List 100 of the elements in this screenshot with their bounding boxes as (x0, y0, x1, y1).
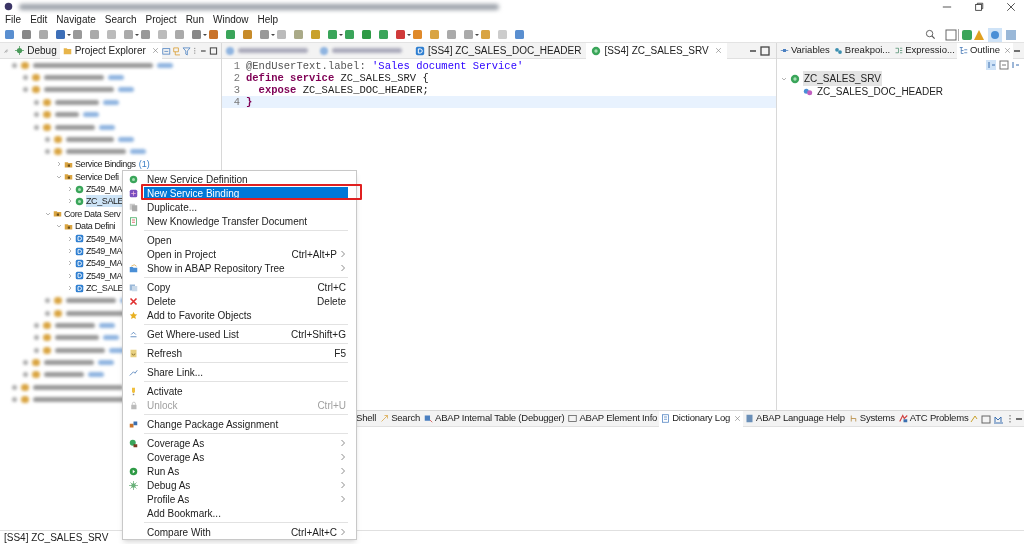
service-icon (591, 45, 602, 56)
delete-icon (129, 296, 138, 306)
menu-item[interactable]: Share Link... (144, 366, 348, 378)
tree-item[interactable]: Z549_MA (86, 257, 123, 270)
panel-tab[interactable]: ABAP Internal Table (Debugger) (422, 410, 567, 427)
data-definition-icon (75, 246, 84, 256)
menu-item[interactable]: Add Bookmark... (144, 507, 348, 519)
code-line: } (246, 96, 253, 108)
menu-item[interactable]: Open (144, 234, 348, 246)
panel-tab[interactable]: Breakpoi... (831, 42, 893, 59)
menu-item[interactable]: Run (185, 13, 204, 27)
tree-item[interactable]: Core Data Serv (64, 207, 121, 220)
view-toolbar-drawing (161, 44, 218, 57)
document-icon (661, 414, 671, 423)
gear-icon (15, 46, 25, 55)
panel-tab[interactable]: ABAP Language Help (743, 410, 847, 427)
panel-tab[interactable]: ATC Problems (896, 410, 971, 427)
editor-tab[interactable]: [SS4] ZC_SALES_SRV (586, 42, 727, 59)
menu-item[interactable]: New Knowledge Transfer Document (144, 215, 348, 227)
menu-item[interactable]: Debug As (144, 479, 348, 491)
menu-item[interactable]: Profile As (144, 493, 348, 505)
view-menu-icon (3, 46, 10, 55)
tree-item[interactable]: Z549_MA (86, 232, 123, 245)
gear-icon (129, 480, 138, 490)
service-icon (129, 174, 138, 184)
link-icon (129, 367, 138, 377)
tree-item[interactable]: Data Defini (75, 220, 116, 233)
panel-tab[interactable]: Variables (777, 42, 832, 59)
binding-icon (129, 188, 138, 198)
chart-icon (898, 414, 908, 423)
redacted-row (34, 111, 99, 119)
status-text: [SS4] ZC_SALES_SRV (4, 530, 109, 544)
folder-icon (62, 46, 72, 55)
menu-item[interactable]: Navigate (56, 13, 96, 27)
copy-icon (129, 282, 138, 292)
tree-item[interactable]: ZC_SALE (86, 195, 124, 208)
view-toolbar-drawing (970, 412, 1024, 425)
menu-item[interactable]: Coverage As (144, 437, 348, 449)
editor-tab[interactable]: [SS4] ZC_SALES_DOC_HEADER (410, 42, 587, 59)
package-icon (64, 221, 73, 231)
panel-tab[interactable]: Systems (846, 410, 897, 427)
tree-item[interactable]: Z549_MA (86, 183, 123, 196)
data-definition-icon (75, 271, 84, 281)
line-number: 1 (232, 60, 240, 72)
run-icon (129, 466, 138, 476)
entity-icon (802, 86, 813, 97)
package-icon (53, 209, 62, 219)
menu-item[interactable]: Show in ABAP Repository Tree (144, 262, 348, 274)
tree-item[interactable]: Service Bindings (75, 158, 136, 171)
document-icon (129, 216, 138, 226)
line-number: 3 (232, 84, 240, 96)
document-icon (129, 348, 138, 358)
code-line: expose ZC_SALES_DOC_HEADER; (257, 84, 429, 96)
outline-item[interactable]: ZC_SALES_SRV (802, 71, 882, 86)
panel-tab[interactable]: Outline (956, 42, 1013, 59)
panel-tab[interactable]: Search (378, 410, 423, 427)
menu-item[interactable]: File (5, 13, 22, 27)
restore-icon (974, 1, 984, 12)
menu-item[interactable]: New Service Definition (144, 173, 348, 185)
panel-tab[interactable]: Project Explorer (59, 42, 162, 59)
app-icon (4, 2, 13, 11)
tree-item[interactable]: Z549_MA (86, 269, 123, 282)
variable-icon (779, 46, 789, 55)
tree-item[interactable]: ZC_SALE (86, 282, 124, 295)
menu-item[interactable]: Get Where-used List Ctrl+Shift+G (144, 328, 348, 340)
book-icon (745, 414, 755, 423)
tree-item[interactable]: Service Defi (75, 170, 119, 183)
bulb-icon (129, 386, 138, 396)
close-icon (1004, 47, 1011, 54)
menu-item[interactable]: Open in Project Ctrl+Alt+P (144, 248, 348, 260)
panel-tab[interactable]: ABAP Element Info (566, 410, 660, 427)
star-icon (129, 310, 138, 320)
code-line: @EndUserText.label: 'Sales document Service' (246, 60, 524, 72)
menu-item[interactable]: Search (104, 13, 137, 27)
menu-item[interactable]: Change Package Assignment (144, 418, 348, 430)
menu-item[interactable]: Refresh F5 (144, 347, 348, 359)
window-controls-drawing (748, 44, 771, 57)
menu-item[interactable]: Window (213, 13, 249, 27)
menu-item[interactable]: Edit (30, 13, 48, 27)
outline-item[interactable]: ZC_SALES_DOC_HEADER (815, 84, 945, 99)
outline-icon (958, 46, 968, 55)
tree-item[interactable]: Z549_MA (86, 245, 123, 258)
menu-item[interactable]: Help (257, 13, 279, 27)
folder-icon (129, 263, 138, 273)
close-icon (151, 47, 159, 54)
menu-item[interactable]: Coverage As (144, 451, 348, 463)
package-icon (129, 419, 138, 429)
panel-tab[interactable]: Debug (12, 42, 60, 59)
panel-tab[interactable]: Shell (354, 410, 379, 427)
menu-item[interactable]: Delete Delete (144, 295, 348, 307)
panel-tab[interactable]: Expressio... (892, 42, 957, 59)
menu-item[interactable]: Activate (144, 385, 348, 397)
menu-item[interactable]: Duplicate... (144, 201, 348, 213)
code-line: define service ZC_SALES_SRV { (246, 72, 429, 84)
menu-item[interactable]: Copy Ctrl+C (144, 281, 348, 293)
menu-item[interactable]: New Service Binding (144, 187, 348, 199)
menu-item[interactable]: Compare With Ctrl+Alt+C (144, 526, 348, 538)
menu-item[interactable]: Add to Favorite Objects (144, 309, 348, 321)
menu-item[interactable]: Run As (144, 465, 348, 477)
menu-item[interactable]: Project (145, 13, 177, 27)
